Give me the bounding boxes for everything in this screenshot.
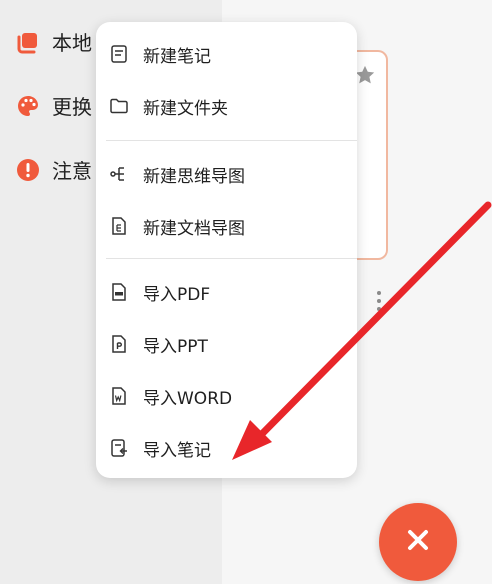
create-menu: 新建笔记 新建文件夹 新建思维导图 新建文档导图 导入PDF 导入PPT 导入W… (96, 22, 357, 478)
more-options-icon[interactable] (377, 290, 383, 311)
menu-item-label: 导入WORD (143, 388, 233, 409)
word-file-icon (108, 385, 130, 407)
sidebar-item-label: 注意 (52, 159, 92, 183)
import-note-icon (108, 437, 130, 459)
sidebar-item-label: 本地 (52, 31, 92, 55)
menu-item-import-note[interactable]: 导入笔记 (96, 423, 357, 473)
close-fab-button[interactable] (379, 503, 457, 581)
menu-item-new-doc-map[interactable]: 新建文档导图 (96, 201, 357, 251)
menu-item-label: 新建笔记 (143, 46, 211, 67)
pdf-file-icon (108, 281, 130, 303)
sidebar-item-label: 更换 (52, 95, 92, 119)
menu-item-label: 新建思维导图 (143, 166, 245, 187)
sidebar-item-notice[interactable]: 注意 (16, 155, 92, 184)
doc-map-icon (108, 215, 130, 237)
palette-icon (16, 94, 40, 118)
menu-item-new-note[interactable]: 新建笔记 (96, 29, 357, 79)
ppt-file-icon (108, 333, 130, 355)
menu-item-label: 新建文件夹 (143, 98, 228, 119)
menu-item-import-word[interactable]: 导入WORD (96, 371, 357, 421)
folder-stack-icon (16, 30, 40, 54)
menu-item-label: 导入PPT (143, 336, 208, 357)
sidebar-item-theme[interactable]: 更换 (16, 91, 92, 120)
menu-item-import-ppt[interactable]: 导入PPT (96, 319, 357, 369)
menu-item-new-folder[interactable]: 新建文件夹 (96, 81, 357, 131)
menu-item-import-pdf[interactable]: 导入PDF (96, 267, 357, 317)
folder-icon (108, 95, 130, 117)
menu-item-label: 新建文档导图 (143, 218, 245, 239)
menu-item-label: 导入PDF (143, 284, 211, 305)
note-icon (108, 43, 130, 65)
menu-divider (106, 140, 357, 141)
menu-item-new-mindmap[interactable]: 新建思维导图 (96, 149, 357, 199)
close-icon (404, 526, 432, 558)
star-icon[interactable] (354, 64, 376, 90)
menu-item-label: 导入笔记 (143, 440, 211, 461)
mindmap-icon (108, 163, 130, 185)
alert-icon (16, 158, 40, 182)
menu-divider (106, 258, 357, 259)
sidebar-item-local[interactable]: 本地 (16, 27, 92, 56)
